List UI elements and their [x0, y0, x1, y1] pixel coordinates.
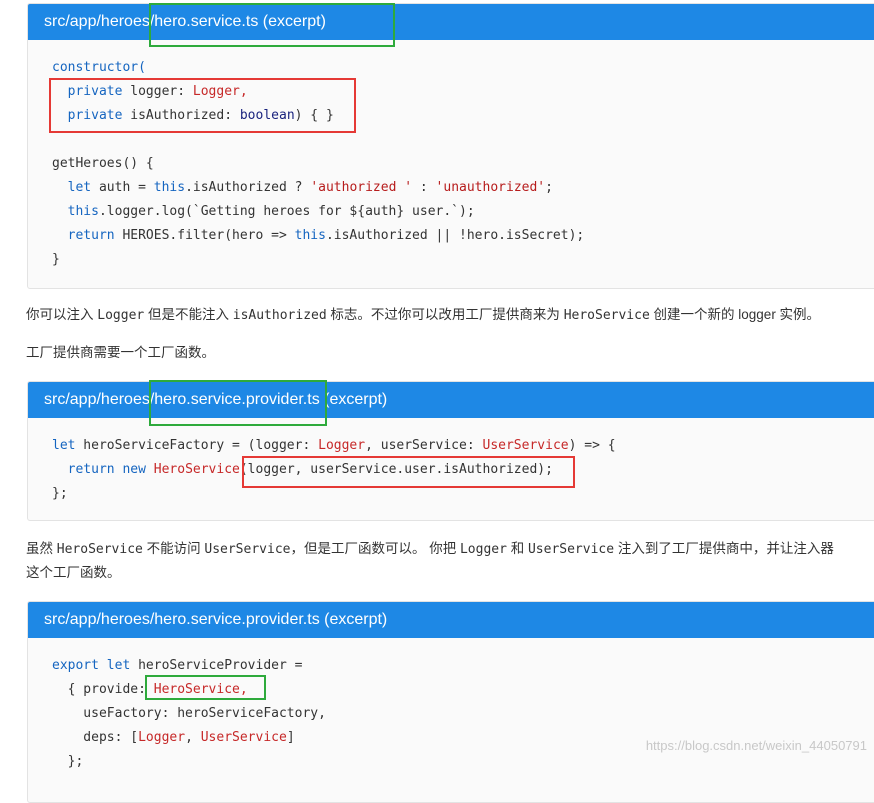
code-token: }; — [52, 754, 84, 769]
code-token: Logger — [318, 438, 366, 453]
code-line: constructor( — [52, 56, 874, 80]
code-line: getHeroes() { — [52, 152, 874, 176]
highlight-box-green — [145, 675, 266, 700]
code-token: HeroService — [153, 462, 240, 477]
text: 但是不能注入 — [144, 307, 233, 322]
code-line: }; — [52, 750, 874, 774]
paragraph-3: 虽然 HeroService 不能访问 UserService，但是工厂函数可以… — [26, 537, 874, 562]
code-line: let heroServiceFactory = (logger: Logger… — [52, 434, 874, 458]
code-token: UserService — [482, 438, 569, 453]
code-body: constructor( private logger: Logger, pri… — [28, 40, 874, 272]
code-inline: HeroService — [563, 308, 650, 323]
highlight-box-red — [242, 456, 575, 488]
code-inline: UserService — [204, 542, 291, 557]
code-token: return — [67, 462, 115, 477]
code-token: new — [122, 462, 146, 477]
code-token: , — [185, 730, 201, 745]
code-inline: HeroService — [56, 542, 143, 557]
highlight-box-red — [49, 78, 356, 133]
highlight-box-green — [149, 380, 327, 426]
code-token: .logger.log(`Getting heroes for ${auth} … — [98, 204, 475, 219]
paragraph-1: 你可以注入 Logger 但是不能注入 isAuthorized 标志。不过你可… — [26, 303, 874, 328]
text: 创建一个新的 logger 实例。 — [649, 307, 821, 322]
code-token: 'unauthorized' — [435, 180, 546, 195]
code-line: this.logger.log(`Getting heroes for ${au… — [52, 200, 874, 224]
code-token: .isAuthorized || !hero.isSecret); — [325, 228, 585, 243]
code-token: heroServiceProvider = — [130, 658, 303, 673]
code-block-hero-service-provider-2: src/app/heroes/hero.service.provider.ts … — [27, 601, 874, 803]
code-token: .isAuthorized ? — [185, 180, 311, 195]
code-token: this — [67, 204, 99, 219]
text: 虽然 — [26, 541, 57, 556]
text: 标志。不过你可以改用工厂提供商来为 — [326, 307, 564, 322]
code-token: constructor( — [52, 60, 146, 75]
code-token: deps: [ — [52, 730, 139, 745]
code-token: getHeroes() { — [52, 156, 154, 171]
code-token: { provide: — [52, 682, 154, 697]
code-inline: Logger — [97, 308, 145, 323]
watermark: https://blog.csdn.net/weixin_44050791 — [645, 738, 867, 753]
code-inline: isAuthorized — [232, 308, 327, 323]
paragraph-3-continued: 这个工厂函数。 — [26, 565, 121, 580]
code-token: 'authorized ' — [310, 180, 413, 195]
code-token: Logger — [138, 730, 186, 745]
code-token: useFactory: heroServiceFactory, — [52, 706, 326, 721]
code-token: }; — [52, 486, 68, 501]
code-token: auth = — [91, 180, 154, 195]
code-block-title: src/app/heroes/hero.service.provider.ts … — [28, 602, 874, 638]
code-token: let — [67, 180, 92, 195]
code-token: } — [52, 252, 60, 267]
code-inline: UserService — [527, 542, 615, 557]
code-inline: Logger — [459, 542, 507, 557]
code-token: , userService: — [365, 438, 483, 453]
code-token: this — [294, 228, 326, 243]
code-token: HEROES.filter(hero => — [114, 228, 295, 243]
code-token: let — [52, 438, 76, 453]
code-line: useFactory: heroServiceFactory, — [52, 702, 874, 726]
text: 你可以注入 — [26, 307, 98, 322]
code-token: return — [67, 228, 115, 243]
code-token: ] — [286, 730, 295, 745]
code-line: } — [52, 248, 874, 272]
text: 和 — [506, 541, 528, 556]
code-token: heroServiceFactory = (logger: — [75, 438, 319, 453]
text: 注入到了工厂提供商中，并让注入器 — [614, 541, 834, 556]
code-token: export — [52, 658, 99, 673]
code-token: this — [153, 180, 186, 195]
code-token: ; — [545, 180, 553, 195]
code-line: let auth = this.isAuthorized ? 'authoriz… — [52, 176, 874, 200]
highlight-box-green — [149, 3, 395, 47]
code-token: : — [412, 180, 436, 195]
paragraph-2: 工厂提供商需要一个工厂函数。 — [26, 345, 215, 360]
code-token: let — [106, 658, 131, 673]
code-line: return HEROES.filter(hero => this.isAuth… — [52, 224, 874, 248]
text: ，但是工厂函数可以。 你把 — [290, 541, 460, 556]
code-token: ) => { — [568, 438, 616, 453]
code-token: UserService — [200, 730, 287, 745]
code-body: export let heroServiceProvider = { provi… — [28, 638, 874, 774]
text: 不能访问 — [142, 541, 205, 556]
